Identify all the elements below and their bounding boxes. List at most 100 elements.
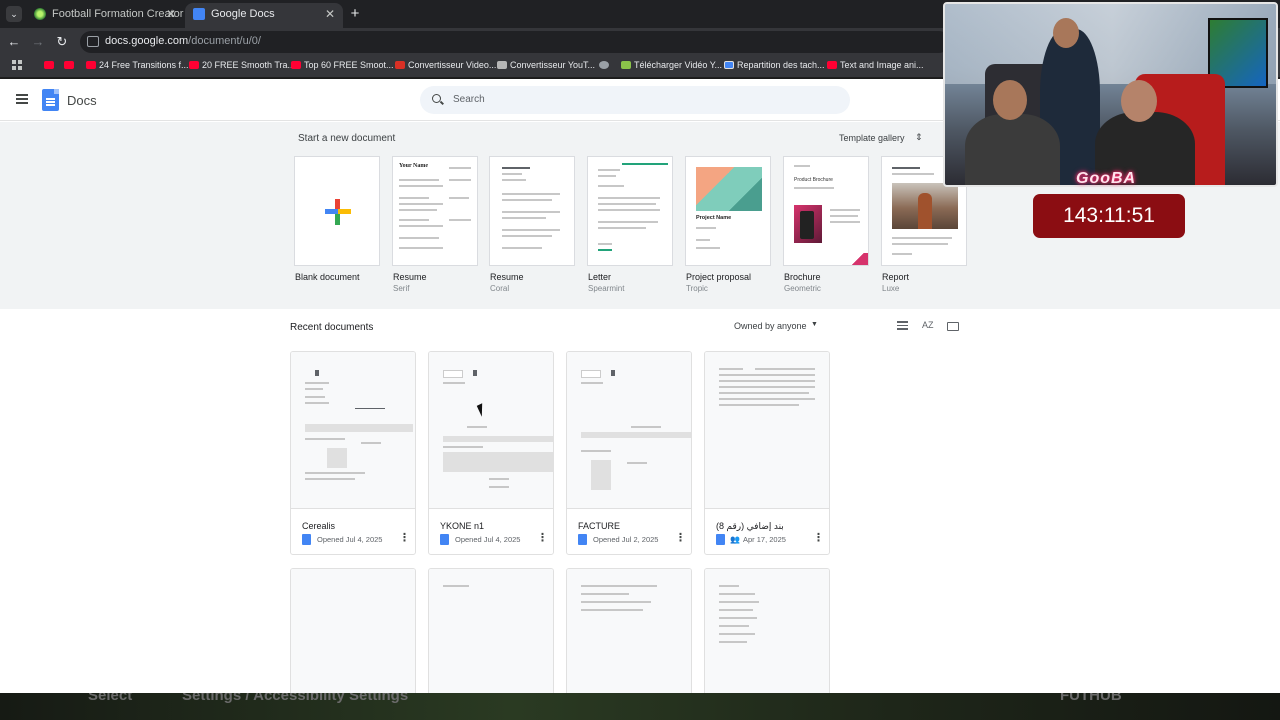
template-sub: Luxe [882, 284, 900, 293]
tab-close-icon[interactable]: ✕ [325, 3, 335, 25]
template-name: Report [882, 272, 910, 282]
youtube-icon [189, 61, 199, 69]
tab-title: Football Formation Creator - M [52, 8, 184, 20]
doc-thumbnail[interactable] [705, 352, 829, 509]
doc-thumbnail[interactable] [567, 569, 691, 693]
bookmark-item[interactable]: Télécharger Vidéo Y... [621, 60, 722, 70]
tab-title: Google Docs [211, 8, 275, 20]
app-title[interactable]: Docs [67, 93, 97, 108]
template-resume-serif[interactable]: Your Name Resume Serif [392, 156, 478, 293]
template-sub: Serif [393, 284, 410, 293]
doc-title: بند إضافي (رقم 8) [716, 521, 784, 531]
doc-meta: 👥 Apr 17, 2025 [716, 534, 786, 545]
template-thumbnail[interactable] [587, 156, 673, 266]
site-info-icon[interactable] [87, 36, 99, 47]
template-thumbnail[interactable] [489, 156, 575, 266]
caret-down-icon[interactable]: ▼ [811, 321, 818, 328]
template-project-proposal[interactable]: Project Name Project proposal Tropic [685, 156, 771, 293]
more-options-icon[interactable]: ⋮ [813, 533, 824, 544]
thumb-heading: Product Brochure [794, 177, 833, 183]
doc-title: Cerealis [302, 521, 336, 531]
hint-select: Select [88, 693, 133, 704]
template-name: Brochure [784, 272, 821, 282]
docs-icon [578, 534, 587, 545]
template-thumbnail[interactable]: Your Name [392, 156, 478, 266]
tab-search-dropdown-icon[interactable]: ⌄ [6, 6, 22, 22]
more-options-icon[interactable]: ⋮ [537, 533, 548, 544]
youtube-icon [44, 61, 54, 69]
bookmark-item[interactable]: 20 FREE Smooth Tra... [189, 60, 295, 70]
doc-thumbnail[interactable] [429, 352, 553, 509]
recent-doc-card[interactable] [428, 568, 554, 693]
search-input[interactable]: Search [420, 86, 850, 114]
template-sub: Tropic [686, 284, 708, 293]
recent-doc-card[interactable] [704, 568, 830, 693]
docs-icon [302, 534, 311, 545]
bookmark-item[interactable]: Convertisseur YouT... [497, 60, 595, 70]
template-name: Resume [393, 272, 427, 282]
main-menu-icon[interactable] [16, 94, 28, 104]
owned-by-filter[interactable]: Owned by anyone [734, 321, 807, 331]
unfold-icon[interactable]: ⇕ [915, 132, 923, 143]
recent-doc-card[interactable]: FACTURE Opened Jul 2, 2025 ⋮ [566, 351, 692, 555]
doc-thumbnail[interactable] [429, 569, 553, 693]
template-thumbnail[interactable]: Product Brochure [783, 156, 869, 266]
new-tab-button[interactable]: + [346, 5, 364, 22]
tab-google-docs[interactable]: Google Docs ✕ [185, 3, 343, 28]
youtube-icon [291, 61, 301, 69]
bookmark-item[interactable]: Convertisseur Video... [395, 60, 496, 70]
doc-meta: Opened Jul 2, 2025 [578, 534, 658, 545]
thumb-heading: Project Name [696, 215, 732, 221]
more-options-icon[interactable]: ⋮ [399, 533, 410, 544]
template-thumbnail[interactable]: Project Name [685, 156, 771, 266]
recent-doc-card[interactable] [290, 568, 416, 693]
doc-thumbnail[interactable] [705, 569, 829, 693]
url-text[interactable]: docs.google.com/document/u/0/ [105, 35, 261, 47]
template-letter-spearmint[interactable]: Letter Spearmint [587, 156, 673, 293]
template-name: Letter [588, 272, 612, 282]
sort-az-icon[interactable]: AZ [922, 320, 934, 330]
recent-doc-card[interactable]: بند إضافي (رقم 8) 👥 Apr 17, 2025 ⋮ [704, 351, 830, 555]
apps-grid-icon[interactable] [12, 60, 23, 71]
bookmark-item[interactable]: 24 Free Transitions f... [86, 60, 189, 70]
doc-thumbnail[interactable] [291, 569, 415, 693]
forward-arrow-icon[interactable]: → [30, 34, 46, 49]
tab-close-icon[interactable]: ✕ [166, 3, 176, 25]
recent-doc-card[interactable]: YKONE n1 Opened Jul 4, 2025 ⋮ [428, 351, 554, 555]
template-name: Blank document [295, 272, 360, 282]
url-path: /document/u/0/ [188, 35, 261, 47]
template-blank[interactable]: Blank document [294, 156, 380, 284]
bookmark-item[interactable]: Text and Image ani... [827, 60, 924, 70]
docs-icon [440, 534, 449, 545]
search-placeholder: Search [453, 94, 485, 105]
doc-thumbnail[interactable] [291, 352, 415, 509]
reload-icon[interactable]: ↻ [54, 34, 70, 50]
bookmark-item[interactable]: Repartition des tach... [724, 60, 825, 70]
stream-timer: 143:11:51 [1033, 194, 1185, 238]
back-arrow-icon[interactable]: ← [6, 34, 22, 49]
template-brochure[interactable]: Product Brochure Brochure Geometric [783, 156, 869, 293]
template-resume-coral[interactable]: Resume Coral [489, 156, 575, 293]
template-name: Project proposal [686, 272, 752, 282]
omnibox[interactable]: docs.google.com/document/u/0/ [80, 31, 950, 53]
folder-icon[interactable] [947, 322, 959, 331]
template-name: Resume [490, 272, 524, 282]
more-options-icon[interactable]: ⋮ [675, 533, 686, 544]
doc-meta: Opened Jul 4, 2025 [440, 534, 520, 545]
template-thumbnail[interactable] [294, 156, 380, 266]
template-sub: Spearmint [588, 284, 625, 293]
template-gallery-button[interactable]: Template gallery [839, 133, 905, 143]
bookmark-item[interactable]: Top 60 FREE Smoot... [291, 60, 394, 70]
search-icon[interactable] [432, 94, 441, 103]
recent-doc-card[interactable] [566, 568, 692, 693]
recent-doc-card[interactable]: Cerealis Opened Jul 4, 2025 ⋮ [290, 351, 416, 555]
thumb-heading: Your Name [399, 163, 429, 169]
start-new-heading: Start a new document [298, 133, 396, 144]
list-view-icon[interactable] [897, 321, 908, 330]
docs-favicon-icon [193, 8, 205, 20]
tab-football-formation[interactable]: Football Formation Creator - M ✕ [26, 3, 184, 28]
docs-icon [724, 61, 734, 69]
doc-thumbnail[interactable] [567, 352, 691, 509]
docs-logo-icon[interactable] [42, 89, 59, 111]
hint-settings: Settings / Accessibility Settings [182, 693, 409, 704]
